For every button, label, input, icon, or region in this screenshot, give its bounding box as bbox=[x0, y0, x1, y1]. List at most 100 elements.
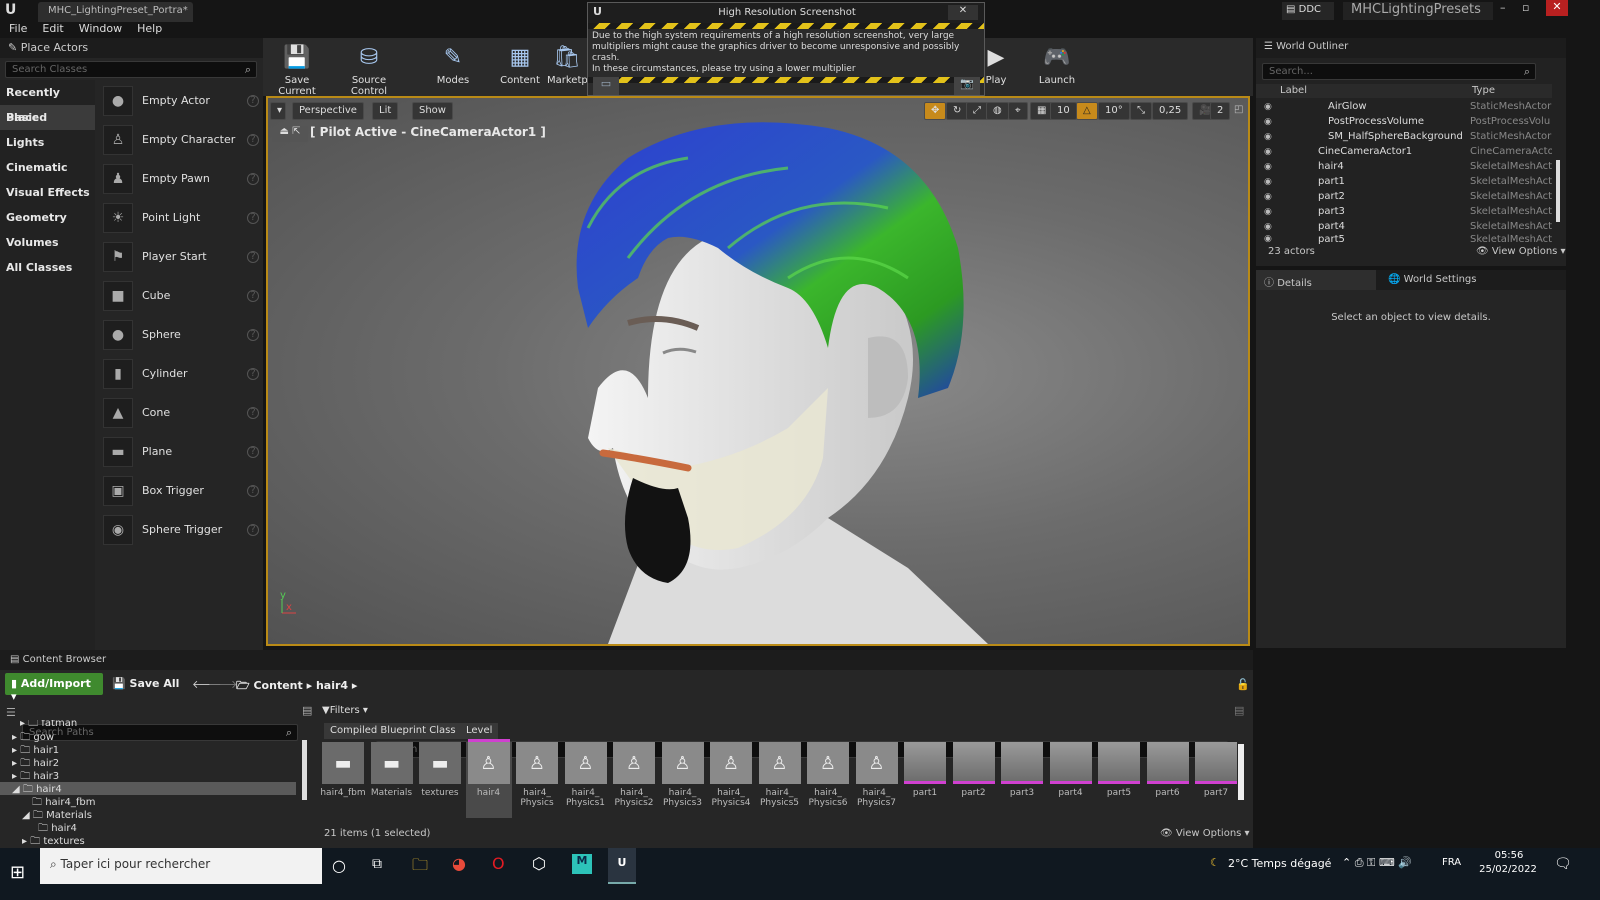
dialog-close-button[interactable]: ✕ bbox=[948, 5, 978, 20]
source-control-button[interactable]: ⛁ Source Control bbox=[333, 42, 405, 98]
tree-item[interactable]: ▸ 🗀 gow bbox=[0, 730, 300, 743]
asset-tile[interactable]: ♙ hair4_ Physics5 bbox=[757, 742, 803, 808]
outliner-row[interactable]: ◉ PostProcessVolume PostProcessVolu bbox=[1256, 114, 1552, 129]
category-lights[interactable]: Lights bbox=[0, 130, 95, 155]
visibility-eye-icon[interactable]: ◉ bbox=[1264, 102, 1276, 112]
category-cinematic[interactable]: Cinematic bbox=[0, 155, 95, 180]
language-indicator[interactable]: FRA bbox=[1442, 857, 1461, 868]
capture-screenshot-icon[interactable]: 📷 bbox=[954, 77, 980, 95]
visibility-eye-icon[interactable]: ◉ bbox=[1264, 207, 1276, 217]
weather-text[interactable]: 2°C Temps dégagé bbox=[1228, 857, 1331, 870]
asset-tile[interactable]: part5 bbox=[1096, 742, 1142, 798]
actor-box-trigger[interactable]: ▣ Box Trigger? bbox=[103, 472, 259, 509]
asset-tile[interactable]: ♙ hair4_ Physics1 bbox=[563, 742, 609, 808]
filter-chip-compiled-blueprint[interactable]: Compiled Blueprint Class bbox=[324, 723, 462, 739]
asset-tile[interactable]: part4 bbox=[1048, 742, 1094, 798]
document-tab[interactable]: MHC_LightingPreset_Portra* bbox=[38, 2, 193, 22]
tree-scrollbar[interactable] bbox=[302, 740, 307, 800]
cortana-icon[interactable]: ○ bbox=[332, 856, 346, 875]
help-icon[interactable]: ? bbox=[247, 484, 259, 497]
path-settings-icon[interactable]: ▤ bbox=[302, 704, 312, 717]
asset-tile[interactable]: ♙ hair4_ Physics7 bbox=[854, 742, 900, 808]
tree-item-selected[interactable]: ◢ 🗀 hair4 bbox=[0, 782, 296, 795]
asset-tile[interactable]: ♙ hair4_ Physics4 bbox=[708, 742, 754, 808]
opera-icon[interactable]: O bbox=[492, 854, 505, 873]
chrome-icon[interactable]: ◕ bbox=[452, 854, 466, 873]
lock-icon[interactable]: 🔓 bbox=[1236, 678, 1250, 691]
tree-item[interactable]: ▸ 🗀 hair1 bbox=[0, 743, 300, 756]
visibility-eye-icon[interactable]: ◉ bbox=[1264, 162, 1276, 172]
asset-tile[interactable]: ▬ textures bbox=[417, 742, 463, 798]
visibility-eye-icon[interactable]: ◉ bbox=[1264, 117, 1276, 127]
asset-tile[interactable]: part2 bbox=[951, 742, 997, 798]
help-icon[interactable]: ? bbox=[247, 94, 259, 107]
help-icon[interactable]: ? bbox=[247, 523, 259, 536]
actor-empty-actor[interactable]: ● Empty Actor? bbox=[103, 82, 259, 119]
column-label[interactable]: Label bbox=[1280, 85, 1307, 96]
play-button[interactable]: ▶ Play bbox=[981, 42, 1011, 87]
outliner-row[interactable]: ◉ SM_HalfSphereBackground StaticMeshActor bbox=[1256, 129, 1552, 144]
tree-item[interactable]: ▸ 🗀 fatman bbox=[0, 720, 300, 730]
visibility-eye-icon[interactable]: ◉ bbox=[1264, 177, 1276, 187]
tray-icons[interactable]: ⌃ ⎙ ⚿ ⌨ 🔊 bbox=[1342, 856, 1412, 870]
minimize-button[interactable]: – bbox=[1500, 1, 1506, 14]
outliner-row[interactable]: ◉ part2 SkeletalMeshActo bbox=[1256, 189, 1552, 204]
outliner-view-options[interactable]: 👁 View Options ▾ bbox=[1476, 246, 1566, 257]
asset-tile[interactable]: ▬ hair4_fbm bbox=[320, 742, 366, 798]
asset-tile[interactable]: part3 bbox=[999, 742, 1045, 798]
outliner-search-input[interactable]: Search... ⌕ bbox=[1262, 63, 1536, 80]
category-recently-placed[interactable]: Recently Placed bbox=[0, 80, 95, 124]
sources-toggle-icon[interactable]: ☰ bbox=[6, 706, 16, 719]
windows-start-icon[interactable]: ⊞ bbox=[10, 862, 25, 883]
outliner-row[interactable]: ◉ part4 SkeletalMeshActo bbox=[1256, 219, 1552, 234]
actor-cylinder[interactable]: ▮ Cylinder? bbox=[103, 355, 259, 392]
outliner-row[interactable]: ◉ part3 SkeletalMeshActo bbox=[1256, 204, 1552, 219]
actor-sphere[interactable]: ● Sphere? bbox=[103, 316, 259, 353]
actor-plane[interactable]: ▬ Plane? bbox=[103, 433, 259, 470]
menu-file[interactable]: File bbox=[9, 22, 27, 35]
visibility-eye-icon[interactable]: ◉ bbox=[1264, 234, 1276, 244]
actor-point-light[interactable]: ☀ Point Light? bbox=[103, 199, 259, 236]
marketplace-button[interactable]: 🛍 Marketp bbox=[547, 42, 588, 87]
visibility-eye-icon[interactable]: ◉ bbox=[1264, 147, 1276, 157]
asset-tile[interactable]: ♙ hair4_ Physics3 bbox=[660, 742, 706, 808]
tab-world-settings[interactable]: 🌐 World Settings bbox=[1380, 270, 1500, 290]
content-button[interactable]: ▦ Content bbox=[498, 42, 542, 87]
asset-tile[interactable]: part7 bbox=[1193, 742, 1239, 798]
help-icon[interactable]: ? bbox=[247, 133, 259, 146]
help-icon[interactable]: ? bbox=[247, 406, 259, 419]
unreal-taskbar-icon[interactable]: U bbox=[608, 848, 636, 884]
visibility-eye-icon[interactable]: ◉ bbox=[1264, 192, 1276, 202]
actor-cone[interactable]: ▲ Cone? bbox=[103, 394, 259, 431]
visibility-eye-icon[interactable]: ◉ bbox=[1264, 132, 1276, 142]
outliner-row[interactable]: ◉ hair4 SkeletalMeshActo bbox=[1256, 159, 1552, 174]
category-volumes[interactable]: Volumes bbox=[0, 230, 95, 255]
help-icon[interactable]: ? bbox=[247, 445, 259, 458]
asset-tile[interactable]: ♙ hair4_ Physics bbox=[514, 742, 560, 808]
asset-tile[interactable]: ♙ hair4 bbox=[465, 742, 512, 818]
filters-button[interactable]: ▼Filters ▾ bbox=[322, 705, 368, 716]
menu-window[interactable]: Window bbox=[79, 22, 122, 35]
add-import-button[interactable]: ▮ Add/Import ▾ bbox=[5, 673, 103, 703]
column-type[interactable]: Type bbox=[1472, 85, 1495, 96]
category-geometry[interactable]: Geometry bbox=[0, 205, 95, 230]
breadcrumb-content[interactable]: Content bbox=[253, 679, 302, 692]
outliner-row[interactable]: ◉ part5 SkeletalMeshActo bbox=[1256, 234, 1552, 244]
save-current-button[interactable]: 💾 Save Current bbox=[268, 42, 326, 98]
asset-scrollbar[interactable] bbox=[1238, 744, 1244, 800]
forward-arrow-icon[interactable]: 🡒 bbox=[208, 677, 238, 691]
search-classes-input[interactable]: Search Classes ⌕ bbox=[5, 61, 257, 78]
help-icon[interactable]: ? bbox=[247, 289, 259, 302]
outliner-row[interactable]: ◉ CineCameraActor1 CineCameraActor bbox=[1256, 144, 1552, 159]
asset-tile[interactable]: ♙ hair4_ Physics6 bbox=[805, 742, 851, 808]
task-view-icon[interactable]: ⧉ bbox=[372, 856, 382, 872]
category-basic[interactable]: Basic bbox=[0, 105, 95, 130]
asset-tile[interactable]: part1 bbox=[902, 742, 948, 798]
tree-item[interactable]: 🗀 hair4 bbox=[0, 821, 300, 834]
file-explorer-icon[interactable]: 🗀 bbox=[412, 854, 428, 881]
help-icon[interactable]: ? bbox=[247, 250, 259, 263]
actor-sphere-trigger[interactable]: ◉ Sphere Trigger? bbox=[103, 511, 259, 548]
help-icon[interactable]: ? bbox=[247, 211, 259, 224]
asset-view-options[interactable]: 👁 View Options ▾ bbox=[1160, 828, 1250, 839]
tree-item[interactable]: ▸ 🗀 hair2 bbox=[0, 756, 300, 769]
